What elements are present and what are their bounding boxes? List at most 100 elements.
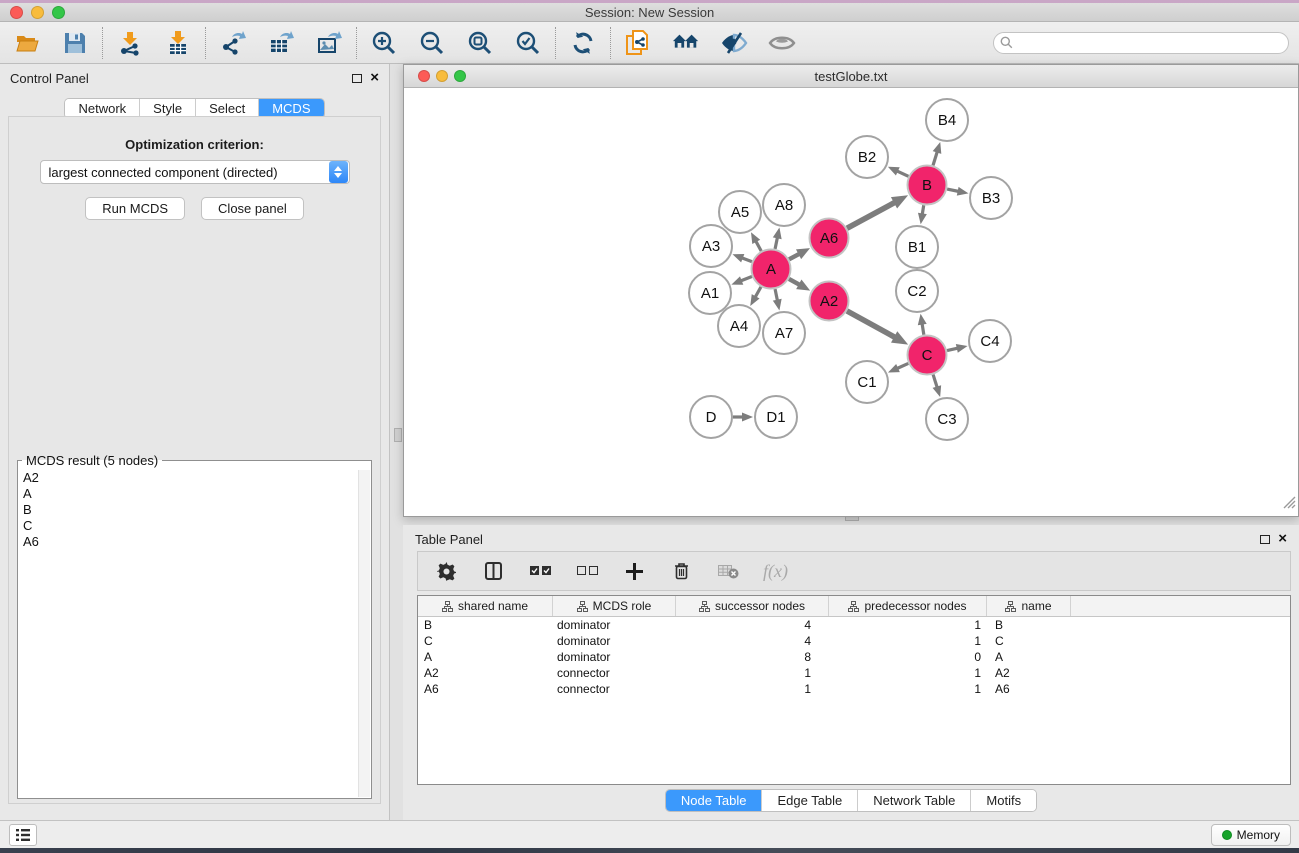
hide-graphics-details-icon[interactable] — [720, 29, 748, 57]
table-cell[interactable]: 4 — [676, 617, 829, 633]
table-cell[interactable]: C — [418, 633, 553, 649]
criterion-select[interactable]: largest connected component (directed) — [40, 160, 350, 184]
table-row[interactable]: Bdominator41B — [418, 617, 1290, 633]
search-input[interactable] — [993, 32, 1289, 54]
edge-A6-B[interactable] — [847, 202, 896, 228]
result-item[interactable]: C — [19, 518, 357, 534]
column-header-successor-nodes[interactable]: successor nodes — [676, 596, 829, 616]
vertical-split-handle[interactable] — [394, 428, 402, 442]
node-A[interactable]: A — [752, 250, 791, 289]
node-B3[interactable]: B3 — [970, 177, 1012, 219]
import-network-icon[interactable] — [116, 29, 144, 57]
save-session-icon[interactable] — [61, 29, 89, 57]
table-cell[interactable]: 1 — [829, 681, 987, 697]
node-A2[interactable]: A2 — [810, 282, 849, 321]
float-panel-icon[interactable] — [352, 74, 362, 83]
export-image-icon[interactable] — [315, 29, 343, 57]
edge-C-C3[interactable] — [933, 375, 937, 389]
node-A7[interactable]: A7 — [763, 312, 805, 354]
table-cell[interactable]: A2 — [418, 665, 553, 681]
deselect-all-icon[interactable] — [575, 559, 599, 583]
show-graphics-details-icon[interactable] — [768, 29, 796, 57]
column-header-name[interactable]: name — [987, 596, 1071, 616]
table-settings-gear-icon[interactable] — [434, 559, 458, 583]
node-C1[interactable]: C1 — [846, 361, 888, 403]
table-cell[interactable]: 8 — [676, 649, 829, 665]
table-cell[interactable]: 1 — [829, 665, 987, 681]
float-panel-icon[interactable] — [1260, 535, 1270, 544]
edge-B-B2[interactable] — [896, 171, 908, 177]
node-C2[interactable]: C2 — [896, 270, 938, 312]
result-item[interactable]: A6 — [19, 534, 357, 550]
node-B2[interactable]: B2 — [846, 136, 888, 178]
table-cell[interactable]: dominator — [553, 633, 676, 649]
zoom-fit-icon[interactable] — [466, 29, 494, 57]
table-cell[interactable]: 4 — [676, 633, 829, 649]
node-A3[interactable]: A3 — [690, 225, 732, 267]
result-item[interactable]: A — [19, 486, 357, 502]
result-item[interactable]: A2 — [19, 470, 357, 486]
tab-motifs[interactable]: Motifs — [971, 790, 1036, 811]
task-history-button[interactable] — [9, 824, 37, 846]
tab-network-table[interactable]: Network Table — [858, 790, 971, 811]
table-row[interactable]: A2connector11A2 — [418, 665, 1290, 681]
run-mcds-button[interactable]: Run MCDS — [85, 197, 185, 220]
node-D[interactable]: D — [690, 396, 732, 438]
table-cell[interactable]: A6 — [418, 681, 553, 697]
node-A6[interactable]: A6 — [810, 219, 849, 258]
memory-button[interactable]: Memory — [1211, 824, 1291, 846]
table-cell[interactable]: 0 — [829, 649, 987, 665]
table-cell[interactable]: B — [987, 617, 1071, 633]
result-item[interactable]: B — [19, 502, 357, 518]
refresh-icon[interactable] — [569, 29, 597, 57]
table-cell[interactable]: 1 — [829, 617, 987, 633]
table-cell[interactable]: 1 — [676, 665, 829, 681]
close-panel-button[interactable]: Close panel — [201, 197, 304, 220]
table-cell[interactable]: dominator — [553, 649, 676, 665]
node-A8[interactable]: A8 — [763, 184, 805, 226]
open-session-icon[interactable] — [13, 29, 41, 57]
table-cell[interactable]: A — [418, 649, 553, 665]
edge-B-B4[interactable] — [933, 151, 938, 166]
delete-column-icon[interactable] — [669, 559, 693, 583]
result-scrollbar[interactable] — [358, 470, 370, 797]
close-panel-icon[interactable]: × — [1278, 534, 1287, 544]
function-builder-icon[interactable]: f(x) — [763, 561, 788, 582]
table-cell[interactable]: dominator — [553, 617, 676, 633]
zoom-selected-icon[interactable] — [514, 29, 542, 57]
zoom-out-icon[interactable] — [418, 29, 446, 57]
home-overview-icon[interactable] — [672, 29, 700, 57]
node-C[interactable]: C — [908, 336, 947, 375]
export-network-icon[interactable] — [219, 29, 247, 57]
network-canvas[interactable]: B4B2BB3A5A8A6A3B1AC2A1A2A4A7C4CC1DD1C3 — [404, 88, 1298, 516]
edge-A2-C[interactable] — [847, 311, 896, 338]
new-network-file-icon[interactable] — [624, 29, 652, 57]
table-cell[interactable]: A2 — [987, 665, 1071, 681]
column-header-shared-name[interactable]: shared name — [418, 596, 553, 616]
table-cell[interactable]: connector — [553, 665, 676, 681]
table-cell[interactable]: A6 — [987, 681, 1071, 697]
table-row[interactable]: A6connector11A6 — [418, 681, 1290, 697]
table-cell[interactable]: A — [987, 649, 1071, 665]
tab-node-table[interactable]: Node Table — [666, 790, 763, 811]
show-columns-icon[interactable] — [481, 559, 505, 583]
export-table-icon[interactable] — [267, 29, 295, 57]
node-C3[interactable]: C3 — [926, 398, 968, 440]
node-B4[interactable]: B4 — [926, 99, 968, 141]
zoom-in-icon[interactable] — [370, 29, 398, 57]
close-panel-icon[interactable]: × — [370, 73, 379, 83]
import-table-icon[interactable] — [164, 29, 192, 57]
table-cell[interactable]: 1 — [676, 681, 829, 697]
table-cell[interactable]: connector — [553, 681, 676, 697]
node-A5[interactable]: A5 — [719, 191, 761, 233]
table-row[interactable]: Adominator80A — [418, 649, 1290, 665]
column-header-predecessor-nodes[interactable]: predecessor nodes — [829, 596, 987, 616]
add-column-icon[interactable] — [622, 559, 646, 583]
column-header-mcds-role[interactable]: MCDS role — [553, 596, 676, 616]
node-A4[interactable]: A4 — [718, 305, 760, 347]
node-C4[interactable]: C4 — [969, 320, 1011, 362]
table-cell[interactable]: 1 — [829, 633, 987, 649]
table-row[interactable]: Cdominator41C — [418, 633, 1290, 649]
node-D1[interactable]: D1 — [755, 396, 797, 438]
select-all-icon[interactable] — [528, 559, 552, 583]
